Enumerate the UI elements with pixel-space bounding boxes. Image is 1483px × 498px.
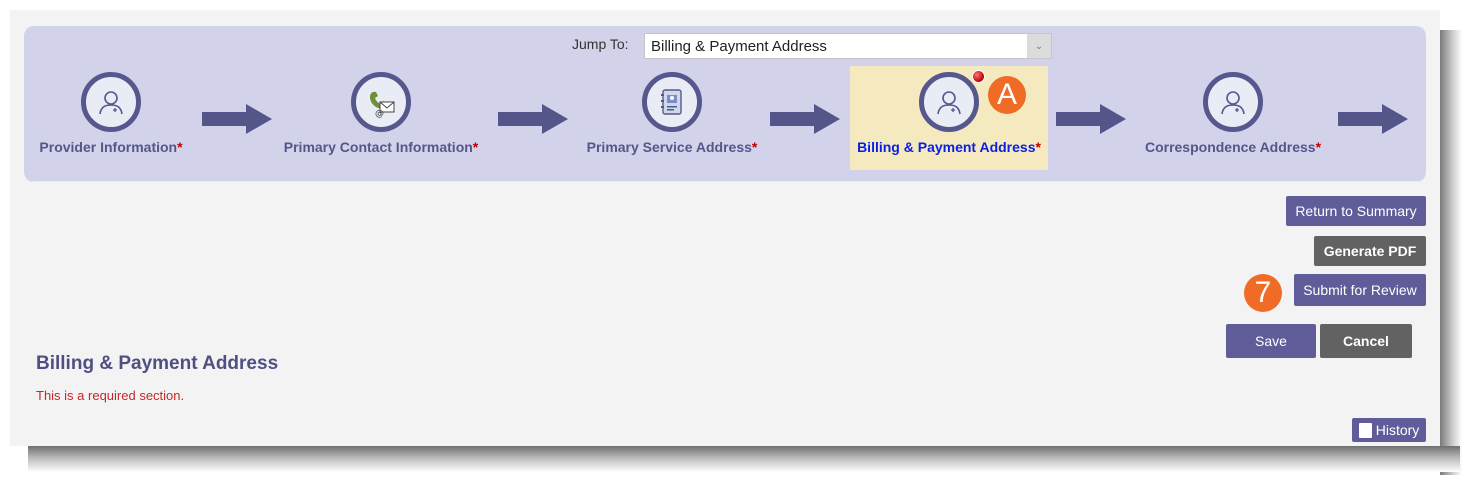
wizard-step-primary-contact-information[interactable]: @ Primary Contact Information* (283, 66, 479, 170)
return-to-summary-button[interactable]: Return to Summary (1286, 196, 1426, 226)
cancel-button[interactable]: Cancel (1320, 324, 1412, 358)
user-icon (919, 72, 979, 132)
progress-wizard: Jump To: Billing & Payment Address ⌄ Pro… (24, 26, 1426, 182)
svg-text:@: @ (375, 109, 384, 119)
wizard-step-label: Correspondence Address* (1144, 139, 1322, 155)
wizard-step-label: Provider Information* (39, 139, 183, 155)
frame-shadow-right (1440, 30, 1462, 475)
jump-to-selected-value: Billing & Payment Address (651, 37, 827, 55)
callout-badge-7: 7 (1244, 274, 1282, 312)
wizard-step-primary-service-address[interactable]: Primary Service Address* (584, 66, 760, 170)
submit-for-review-button[interactable]: Submit for Review (1294, 274, 1426, 306)
section-title: Billing & Payment Address (36, 353, 279, 374)
required-section-note: This is a required section. (36, 388, 185, 403)
wizard-step-correspondence-address[interactable]: Correspondence Address* (1140, 66, 1326, 170)
wizard-step-label: Billing & Payment Address* (857, 139, 1041, 155)
generate-pdf-button[interactable]: Generate PDF (1314, 236, 1426, 266)
callout-badge-a: A (988, 76, 1026, 114)
wizard-step-provider-information[interactable]: Provider Information* (36, 66, 186, 170)
history-button[interactable]: History (1352, 418, 1426, 442)
scroll-right-icon[interactable]: ▶ (1410, 181, 1422, 182)
arrow-right-icon (498, 104, 568, 134)
arrow-right-icon (1056, 104, 1126, 134)
save-button[interactable]: Save (1226, 324, 1316, 358)
scroll-left-icon[interactable]: ◀ (32, 181, 44, 182)
arrow-right-icon (770, 104, 840, 134)
screenshot-stage: Jump To: Billing & Payment Address ⌄ Pro… (0, 0, 1483, 498)
frame-shadow-bottom (28, 446, 1460, 472)
error-indicator-icon (972, 70, 985, 83)
wizard-horizontal-scrollbar[interactable]: ◀ ▶ (32, 181, 1422, 182)
user-icon (81, 72, 141, 132)
arrow-right-icon (1338, 104, 1408, 134)
arrow-right-icon (202, 104, 272, 134)
application-frame: Jump To: Billing & Payment Address ⌄ Pro… (10, 10, 1440, 446)
jump-to-label: Jump To: (572, 36, 629, 52)
book-icon (1358, 422, 1372, 438)
user-icon (1203, 72, 1263, 132)
address-book-icon (642, 72, 702, 132)
wizard-step-label: Primary Service Address* (586, 139, 758, 155)
history-label: History (1375, 422, 1420, 438)
phone-mail-icon: @ (351, 72, 411, 132)
chevron-down-icon[interactable]: ⌄ (1027, 34, 1051, 58)
jump-to-select[interactable]: Billing & Payment Address ⌄ (644, 33, 1052, 59)
wizard-step-label: Primary Contact Information* (283, 139, 479, 155)
